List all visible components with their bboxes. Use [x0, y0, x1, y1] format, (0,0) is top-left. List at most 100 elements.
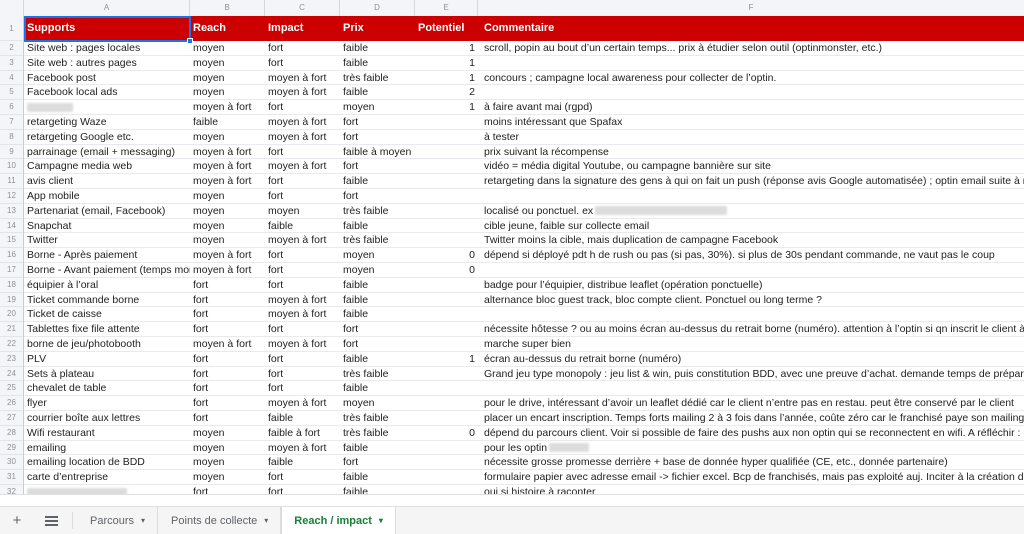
cell-F5[interactable]: [481, 85, 1024, 100]
cell-A27[interactable]: courrier boîte aux lettres: [24, 411, 190, 426]
cell-C6[interactable]: fort: [265, 100, 340, 115]
cell-A2[interactable]: Site web : pages locales: [24, 41, 190, 56]
cell-E4[interactable]: 1: [415, 71, 478, 86]
cell-B8[interactable]: moyen: [190, 130, 265, 145]
cell-B3[interactable]: moyen: [190, 56, 265, 71]
cell-A8[interactable]: retargeting Google etc.: [24, 130, 190, 145]
cell-B29[interactable]: moyen: [190, 441, 265, 456]
cell-E24[interactable]: [415, 367, 478, 382]
cell-E10[interactable]: [415, 159, 478, 174]
cell-A26[interactable]: flyer: [24, 396, 190, 411]
column-header-a[interactable]: A: [24, 0, 190, 16]
cell-F16[interactable]: dépend si déployé pdt h de rush ou pas (…: [481, 248, 1024, 263]
row-header-7[interactable]: 7: [0, 114, 23, 130]
cell-F20[interactable]: [481, 307, 1024, 322]
cell-B25[interactable]: fort: [190, 381, 265, 396]
row-header-29[interactable]: 29: [0, 440, 23, 456]
cell-E22[interactable]: [415, 337, 478, 352]
row-header-26[interactable]: 26: [0, 396, 23, 411]
cell-B14[interactable]: moyen: [190, 219, 265, 234]
cell-D14[interactable]: faible: [340, 219, 415, 234]
column-header-d[interactable]: D: [340, 0, 415, 16]
cell-E20[interactable]: [415, 307, 478, 322]
cell-F10[interactable]: vidéo = média digital Youtube, ou campag…: [481, 159, 1024, 174]
cell-E28[interactable]: 0: [415, 426, 478, 441]
cell-D9[interactable]: faible à moyen: [340, 145, 415, 160]
column-header-b[interactable]: B: [190, 0, 265, 16]
cell-F26[interactable]: pour le drive, intéressant d’avoir un le…: [481, 396, 1024, 411]
row-header-13[interactable]: 13: [0, 203, 23, 219]
cell-A19[interactable]: Ticket commande borne: [24, 293, 190, 308]
cell-C27[interactable]: faible: [265, 411, 340, 426]
row-header-28[interactable]: 28: [0, 425, 23, 441]
cell-A29[interactable]: emailing: [24, 441, 190, 456]
cell-C15[interactable]: moyen à fort: [265, 233, 340, 248]
column-title-a[interactable]: Supports: [24, 16, 190, 41]
cell-C17[interactable]: fort: [265, 263, 340, 278]
cell-C14[interactable]: faible: [265, 219, 340, 234]
row-header-19[interactable]: 19: [0, 292, 23, 308]
cell-C18[interactable]: fort: [265, 278, 340, 293]
row-header-14[interactable]: 14: [0, 218, 23, 234]
cell-E6[interactable]: 1: [415, 100, 478, 115]
cell-C28[interactable]: faible à fort: [265, 426, 340, 441]
row-header-27[interactable]: 27: [0, 410, 23, 426]
cell-E9[interactable]: [415, 145, 478, 160]
cell-F11[interactable]: retargeting dans la signature des gens à…: [481, 174, 1024, 189]
cell-A12[interactable]: App mobile: [24, 189, 190, 204]
cell-A7[interactable]: retargeting Waze: [24, 115, 190, 130]
cell-B12[interactable]: moyen: [190, 189, 265, 204]
cell-C24[interactable]: fort: [265, 367, 340, 382]
cell-F2[interactable]: scroll, popin au bout d’un certain temps…: [481, 41, 1024, 56]
cell-E21[interactable]: [415, 322, 478, 337]
cell-A24[interactable]: Sets à plateau: [24, 367, 190, 382]
cell-E7[interactable]: [415, 115, 478, 130]
cell-D12[interactable]: fort: [340, 189, 415, 204]
cell-A13[interactable]: Partenariat (email, Facebook): [24, 204, 190, 219]
cell-C29[interactable]: moyen à fort: [265, 441, 340, 456]
sheet-tab-parcours[interactable]: Parcours ▾: [77, 507, 159, 534]
cell-F6[interactable]: à faire avant mai (rgpd): [481, 100, 1024, 115]
cell-C25[interactable]: fort: [265, 381, 340, 396]
cell-F18[interactable]: badge pour l’équipier, distribue leaflet…: [481, 278, 1024, 293]
cell-F14[interactable]: cible jeune, faible sur collecte email: [481, 219, 1024, 234]
cell-D17[interactable]: moyen: [340, 263, 415, 278]
row-header-2[interactable]: 2: [0, 41, 23, 56]
cell-E15[interactable]: [415, 233, 478, 248]
cell-A4[interactable]: Facebook post: [24, 71, 190, 86]
cell-B13[interactable]: moyen: [190, 204, 265, 219]
cell-B28[interactable]: moyen: [190, 426, 265, 441]
cell-C2[interactable]: fort: [265, 41, 340, 56]
cell-F9[interactable]: prix suivant la récompense: [481, 145, 1024, 160]
cell-B27[interactable]: fort: [190, 411, 265, 426]
cell-D29[interactable]: faible: [340, 441, 415, 456]
cell-C8[interactable]: moyen à fort: [265, 130, 340, 145]
cell-F32[interactable]: oui si histoire à raconter: [481, 485, 1024, 494]
cell-D13[interactable]: très faible: [340, 204, 415, 219]
cell-E5[interactable]: 2: [415, 85, 478, 100]
column-title-f[interactable]: Commentaire: [481, 16, 1024, 41]
cell-D20[interactable]: faible: [340, 307, 415, 322]
column-title-c[interactable]: Impact: [265, 16, 340, 41]
row-header-15[interactable]: 15: [0, 233, 23, 249]
cell-D16[interactable]: moyen: [340, 248, 415, 263]
row-header-6[interactable]: 6: [0, 100, 23, 115]
cell-E30[interactable]: [415, 455, 478, 470]
cell-D21[interactable]: fort: [340, 322, 415, 337]
row-header-10[interactable]: 10: [0, 159, 23, 175]
row-header-22[interactable]: 22: [0, 336, 23, 352]
row-header-12[interactable]: 12: [0, 188, 23, 204]
cell-E13[interactable]: [415, 204, 478, 219]
cell-D4[interactable]: très faible: [340, 71, 415, 86]
cell-A23[interactable]: PLV: [24, 352, 190, 367]
row-header-23[interactable]: 23: [0, 351, 23, 367]
cell-C11[interactable]: fort: [265, 174, 340, 189]
cell-D25[interactable]: faible: [340, 381, 415, 396]
row-header-4[interactable]: 4: [0, 70, 23, 86]
cell-C31[interactable]: fort: [265, 470, 340, 485]
column-header-f[interactable]: F: [478, 0, 1024, 16]
cell-E14[interactable]: [415, 219, 478, 234]
cell-D6[interactable]: moyen: [340, 100, 415, 115]
cell-B2[interactable]: moyen: [190, 41, 265, 56]
cell-E23[interactable]: 1: [415, 352, 478, 367]
